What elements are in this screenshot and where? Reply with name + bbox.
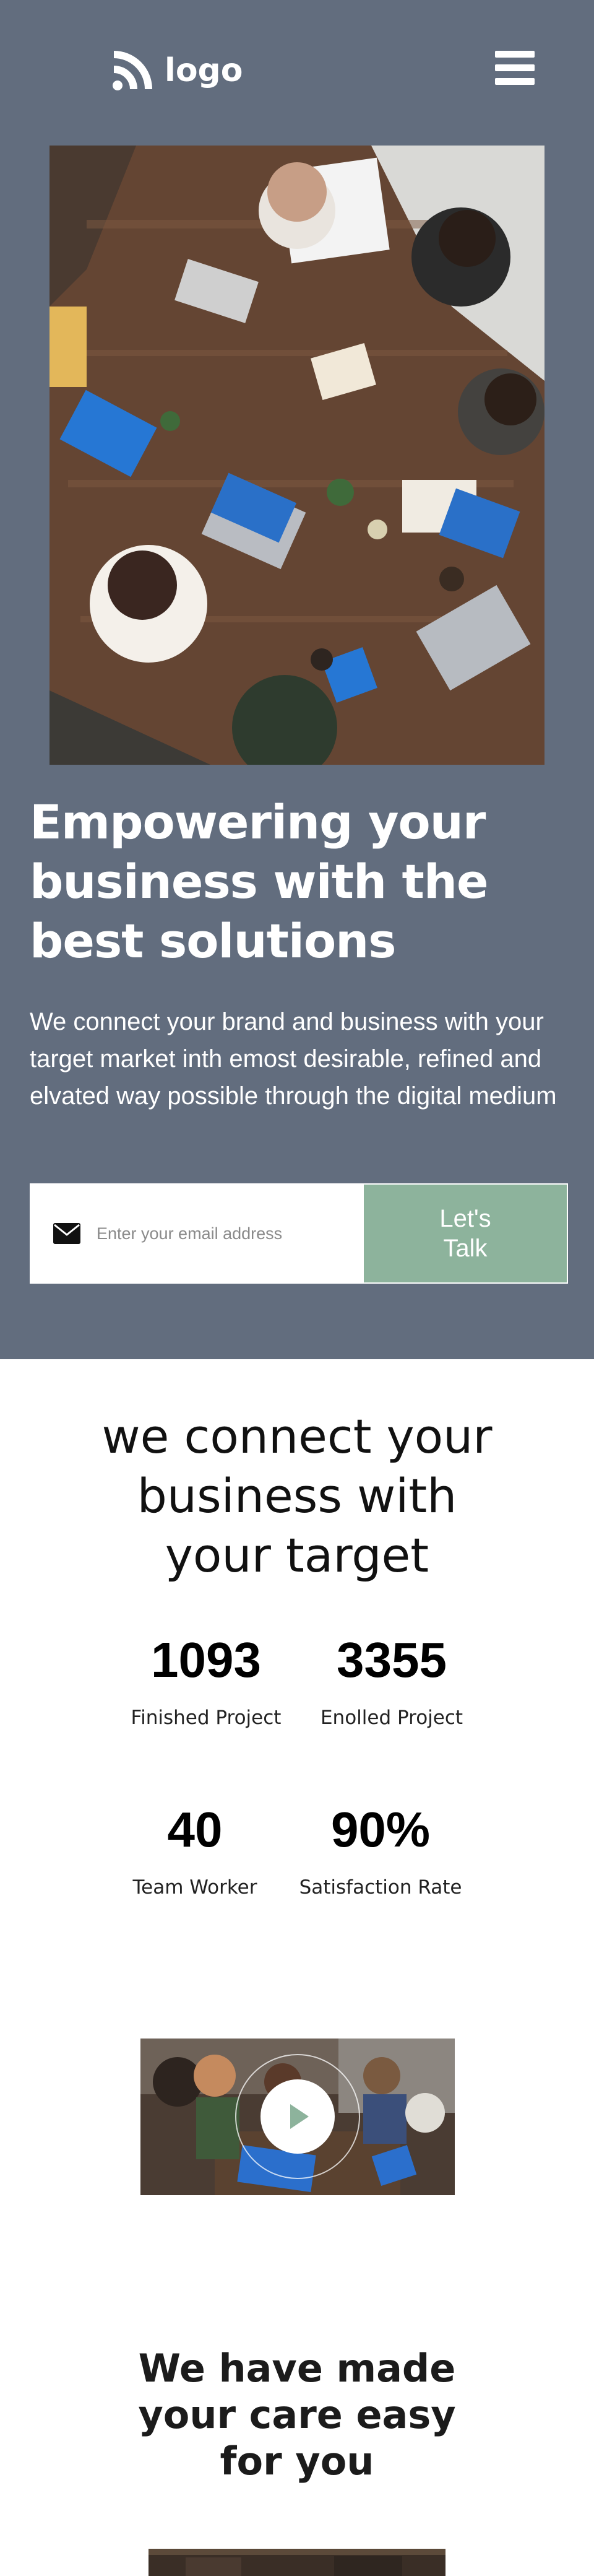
subscribe-form: Let's Talk — [30, 1183, 568, 1284]
hero-description: We connect your brand and business with … — [30, 1008, 557, 1110]
logo-text: logo — [165, 52, 243, 89]
stat-satisfaction-rate: 90% Satisfaction Rate — [288, 1802, 473, 1900]
care-section-image — [148, 2549, 446, 2576]
stat-value: 90% — [330, 1802, 431, 1857]
stat-label: Finished Project — [131, 1707, 282, 1729]
hero-title: Empowering your business with the best s… — [30, 794, 489, 968]
care-heading: We have made your care easy for you — [138, 2346, 456, 2484]
stat-label: Satisfaction Rate — [299, 1876, 462, 1899]
hero-section: logo Empowering your business with the b… — [0, 0, 594, 1359]
envelope-icon — [53, 1223, 80, 1244]
stat-value: 3355 — [337, 1632, 447, 1687]
video-thumbnail[interactable] — [140, 2039, 455, 2195]
logo[interactable]: logo — [110, 48, 243, 93]
rss-feed-icon — [113, 51, 152, 90]
email-field-wrapper — [31, 1185, 364, 1282]
video-thumbnail-image — [140, 2039, 455, 2195]
stat-team-worker: 40 Team Worker — [102, 1802, 288, 1900]
stat-value: 1093 — [151, 1632, 261, 1687]
stat-value: 40 — [167, 1802, 223, 1857]
stat-finished-project: 1093 Finished Project — [113, 1632, 299, 1730]
lets-talk-button[interactable]: Let's Talk — [364, 1185, 567, 1282]
email-input[interactable] — [95, 1223, 364, 1244]
hamburger-menu-icon[interactable] — [495, 51, 535, 85]
stat-label: Team Worker — [132, 1876, 257, 1899]
stat-label: Enolled Project — [320, 1707, 463, 1729]
hero-image — [50, 146, 544, 765]
stat-enrolled-project: 3355 Enolled Project — [299, 1632, 484, 1730]
stats-heading: we connect your business with your targe… — [101, 1409, 493, 1583]
top-nav: logo — [0, 0, 594, 139]
